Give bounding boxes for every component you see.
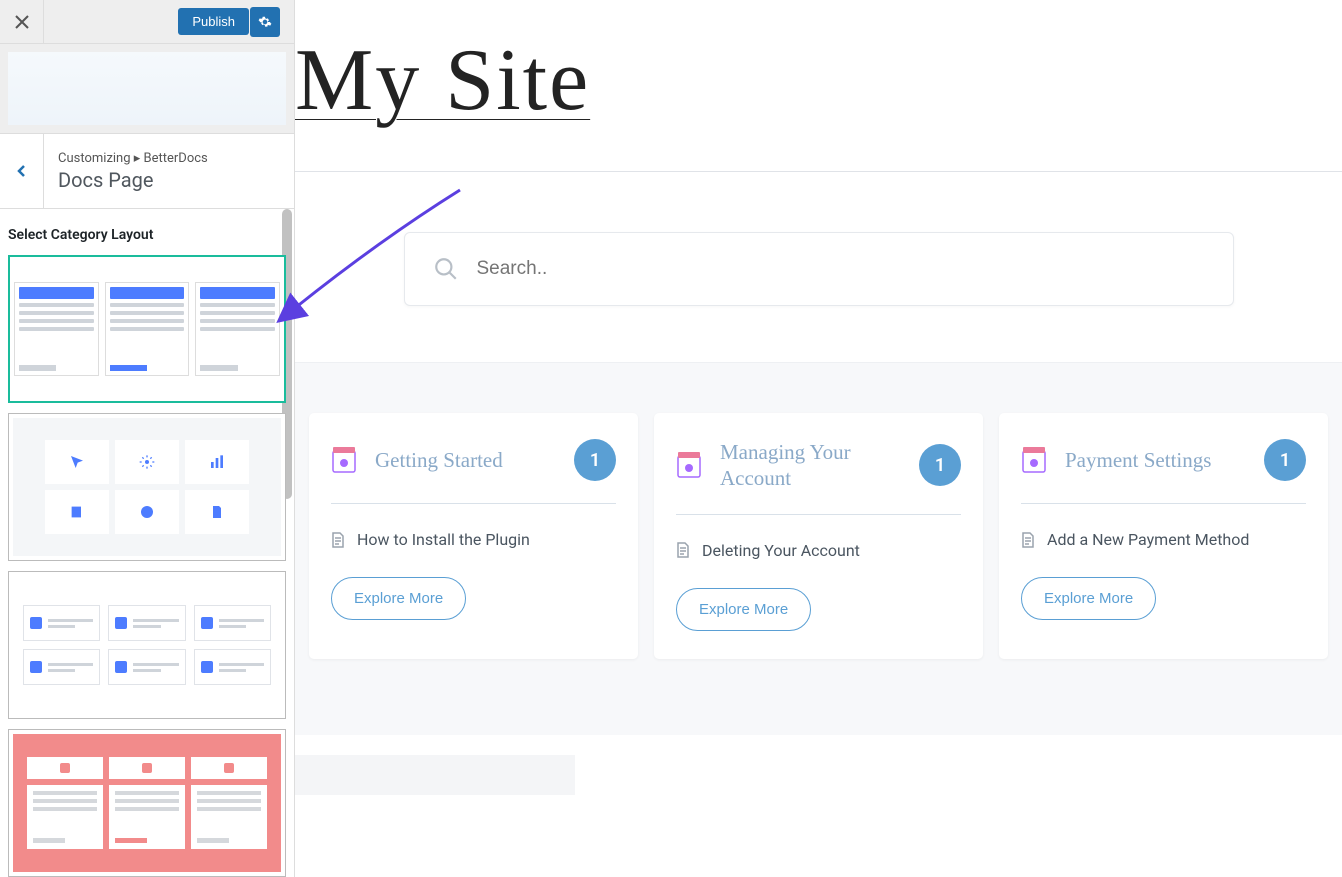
preview-pane: My Site Getting Started 1 How to Install… [295, 0, 1342, 877]
category-name: Getting Started [375, 447, 556, 473]
search-input[interactable] [477, 258, 1205, 280]
hero-section [295, 171, 1342, 362]
sidebar-panel-header: Customizing ▸ BetterDocs Docs Page [0, 134, 294, 209]
site-title[interactable]: My Site [295, 0, 1342, 171]
divider [331, 503, 616, 504]
sidebar-banner [0, 44, 294, 134]
categories-section: Getting Started 1 How to Install the Plu… [295, 362, 1342, 735]
category-count: 1 [574, 439, 616, 481]
explore-button[interactable]: Explore More [331, 577, 466, 620]
chevron-left-icon [15, 164, 29, 178]
layout-option-1[interactable] [8, 255, 286, 403]
layout-option-3[interactable] [8, 571, 286, 719]
breadcrumb: Customizing ▸ BetterDocs [58, 151, 208, 166]
search-box[interactable] [404, 232, 1234, 306]
category-icon [331, 446, 357, 474]
chart-icon [209, 454, 225, 470]
article-title: How to Install the Plugin [357, 530, 530, 549]
sidebar-topbar: Publish [0, 0, 294, 44]
section-label: Select Category Layout [8, 227, 286, 243]
doc-icon [209, 504, 225, 520]
category-card: Getting Started 1 How to Install the Plu… [309, 413, 638, 659]
back-button[interactable] [0, 134, 44, 208]
doc-icon [676, 542, 690, 558]
category-count: 1 [919, 444, 961, 486]
category-name: Managing Your Account [720, 439, 901, 492]
divider [676, 514, 961, 515]
category-count: 1 [1264, 439, 1306, 481]
layout-option-4[interactable] [8, 729, 286, 877]
close-button[interactable] [0, 0, 44, 44]
layout-option-2[interactable] [8, 413, 286, 561]
category-icon [676, 451, 702, 479]
category-name: Payment Settings [1065, 447, 1246, 473]
gear-icon [139, 454, 155, 470]
article-link[interactable]: Add a New Payment Method [1021, 530, 1306, 549]
doc-icon [1021, 532, 1035, 548]
sidebar-body: Select Category Layout [0, 209, 294, 877]
explore-button[interactable]: Explore More [1021, 577, 1156, 620]
book-icon [69, 504, 85, 520]
panel-title: Docs Page [58, 168, 208, 192]
publish-button[interactable]: Publish [178, 8, 249, 35]
divider [1021, 503, 1306, 504]
footer-strip [295, 755, 575, 795]
publish-settings-button[interactable] [250, 7, 280, 37]
cursor-icon [69, 454, 85, 470]
pie-icon [139, 504, 155, 520]
explore-button[interactable]: Explore More [676, 588, 811, 631]
search-icon [433, 256, 459, 282]
article-link[interactable]: How to Install the Plugin [331, 530, 616, 549]
doc-icon [331, 532, 345, 548]
article-link[interactable]: Deleting Your Account [676, 541, 961, 560]
category-icon [1021, 446, 1047, 474]
article-title: Add a New Payment Method [1047, 530, 1249, 549]
gear-icon [258, 15, 272, 29]
article-title: Deleting Your Account [702, 541, 860, 560]
category-card: Payment Settings 1 Add a New Payment Met… [999, 413, 1328, 659]
customizer-sidebar: Publish Customizing ▸ BetterDocs Docs Pa… [0, 0, 295, 877]
category-card: Managing Your Account 1 Deleting Your Ac… [654, 413, 983, 659]
